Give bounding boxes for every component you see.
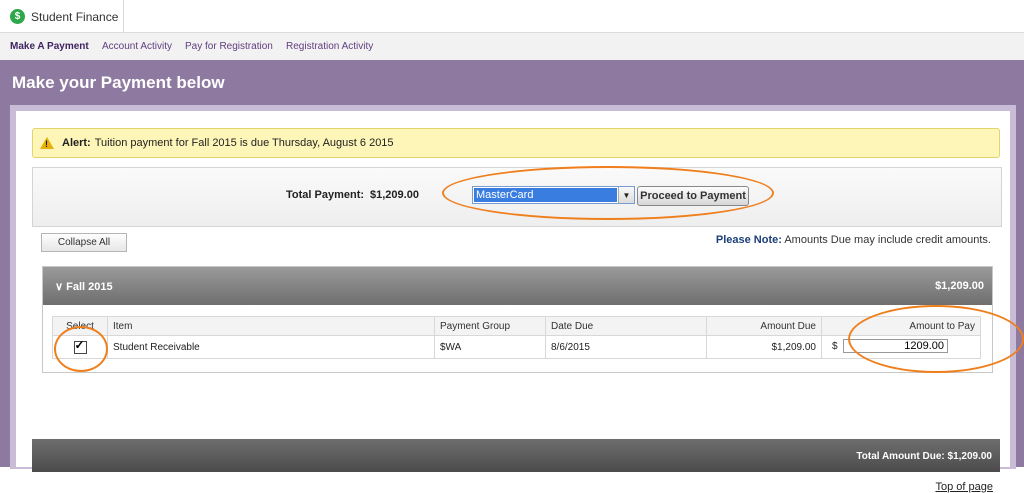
col-select: Select bbox=[52, 316, 108, 336]
total-amount-due-bar: Total Amount Due: $1,209.00 bbox=[32, 439, 1000, 472]
please-note: Please Note: Amounts Due may include cre… bbox=[716, 234, 991, 246]
alert-label: Alert: bbox=[62, 137, 91, 149]
total-payment-label: Total Payment: bbox=[286, 189, 365, 201]
nav-pay-for-registration[interactable]: Pay for Registration bbox=[185, 41, 273, 52]
amount-to-pay-cell: $ bbox=[821, 335, 981, 359]
table-header-row: Select Item Payment Group Date Due Amoun… bbox=[52, 316, 981, 336]
amount-due-cell: $1,209.00 bbox=[706, 335, 822, 359]
page-title: Make your Payment below bbox=[12, 73, 225, 92]
col-date-due: Date Due bbox=[545, 316, 707, 336]
items-table: Select Item Payment Group Date Due Amoun… bbox=[52, 316, 981, 359]
note-label: Please Note: bbox=[715, 234, 782, 246]
payment-method-select[interactable]: MasterCard ▼ bbox=[472, 186, 635, 204]
nav-registration-activity[interactable]: Registration Activity bbox=[286, 41, 373, 52]
col-item: Item bbox=[107, 316, 435, 336]
payment-group-cell: $WA bbox=[434, 335, 546, 359]
tab-strip: $ Student Finance bbox=[0, 0, 1024, 33]
term-header[interactable]: ∨ Fall 2015 $1,209.00 bbox=[43, 267, 992, 305]
currency-symbol: $ bbox=[832, 341, 838, 352]
select-cell bbox=[52, 335, 108, 359]
payment-panel: ! Alert: Tuition payment for Fall 2015 i… bbox=[16, 111, 1010, 493]
warning-icon: ! bbox=[40, 137, 54, 149]
total-amount-due: Total Amount Due: $1,209.00 bbox=[856, 451, 992, 462]
sub-navigation: Make A Payment Account Activity Pay for … bbox=[0, 32, 1024, 60]
nav-make-a-payment[interactable]: Make A Payment bbox=[10, 41, 89, 52]
table-row: Student Receivable $WA 8/6/2015 $1,209.0… bbox=[52, 335, 981, 359]
collapse-all-button[interactable]: Collapse All bbox=[41, 233, 127, 252]
nav-account-activity[interactable]: Account Activity bbox=[102, 41, 172, 52]
alert-text: Tuition payment for Fall 2015 is due Thu… bbox=[94, 137, 394, 149]
term-section: ∨ Fall 2015 $1,209.00 Select Item Paymen… bbox=[42, 266, 993, 373]
total-payment-value: $1,209.00 bbox=[370, 189, 419, 201]
proceed-to-payment-button[interactable]: Proceed to Payment bbox=[637, 186, 749, 206]
chevron-down-icon[interactable]: ▼ bbox=[618, 187, 634, 203]
term-amount: $1,209.00 bbox=[935, 280, 984, 292]
dollar-icon: $ bbox=[10, 9, 25, 24]
term-name: Fall 2015 bbox=[66, 281, 113, 293]
chevron-down-icon: ∨ bbox=[55, 281, 67, 293]
item-cell: Student Receivable bbox=[107, 335, 435, 359]
note-text: Amounts Due may include credit amounts. bbox=[781, 234, 991, 246]
amount-to-pay-input[interactable] bbox=[843, 339, 948, 353]
col-payment-group: Payment Group bbox=[434, 316, 546, 336]
col-amount-to-pay: Amount to Pay bbox=[821, 316, 981, 336]
top-of-page-link[interactable]: Top of page bbox=[936, 481, 994, 493]
tab-student-finance[interactable]: $ Student Finance bbox=[0, 0, 124, 33]
tab-label: Student Finance bbox=[31, 9, 119, 24]
date-due-cell: 8/6/2015 bbox=[545, 335, 707, 359]
payment-method-value: MasterCard bbox=[474, 188, 617, 202]
payment-frame: Make your Payment below ! Alert: Tuition… bbox=[0, 60, 1024, 493]
payment-bar: Total Payment: $1,209.00 MasterCard ▼ Pr… bbox=[32, 167, 1002, 227]
select-checkbox[interactable] bbox=[73, 338, 87, 354]
term-title: ∨ Fall 2015 bbox=[55, 280, 113, 293]
col-amount-due: Amount Due bbox=[706, 316, 822, 336]
alert-banner: ! Alert: Tuition payment for Fall 2015 i… bbox=[32, 128, 1000, 158]
